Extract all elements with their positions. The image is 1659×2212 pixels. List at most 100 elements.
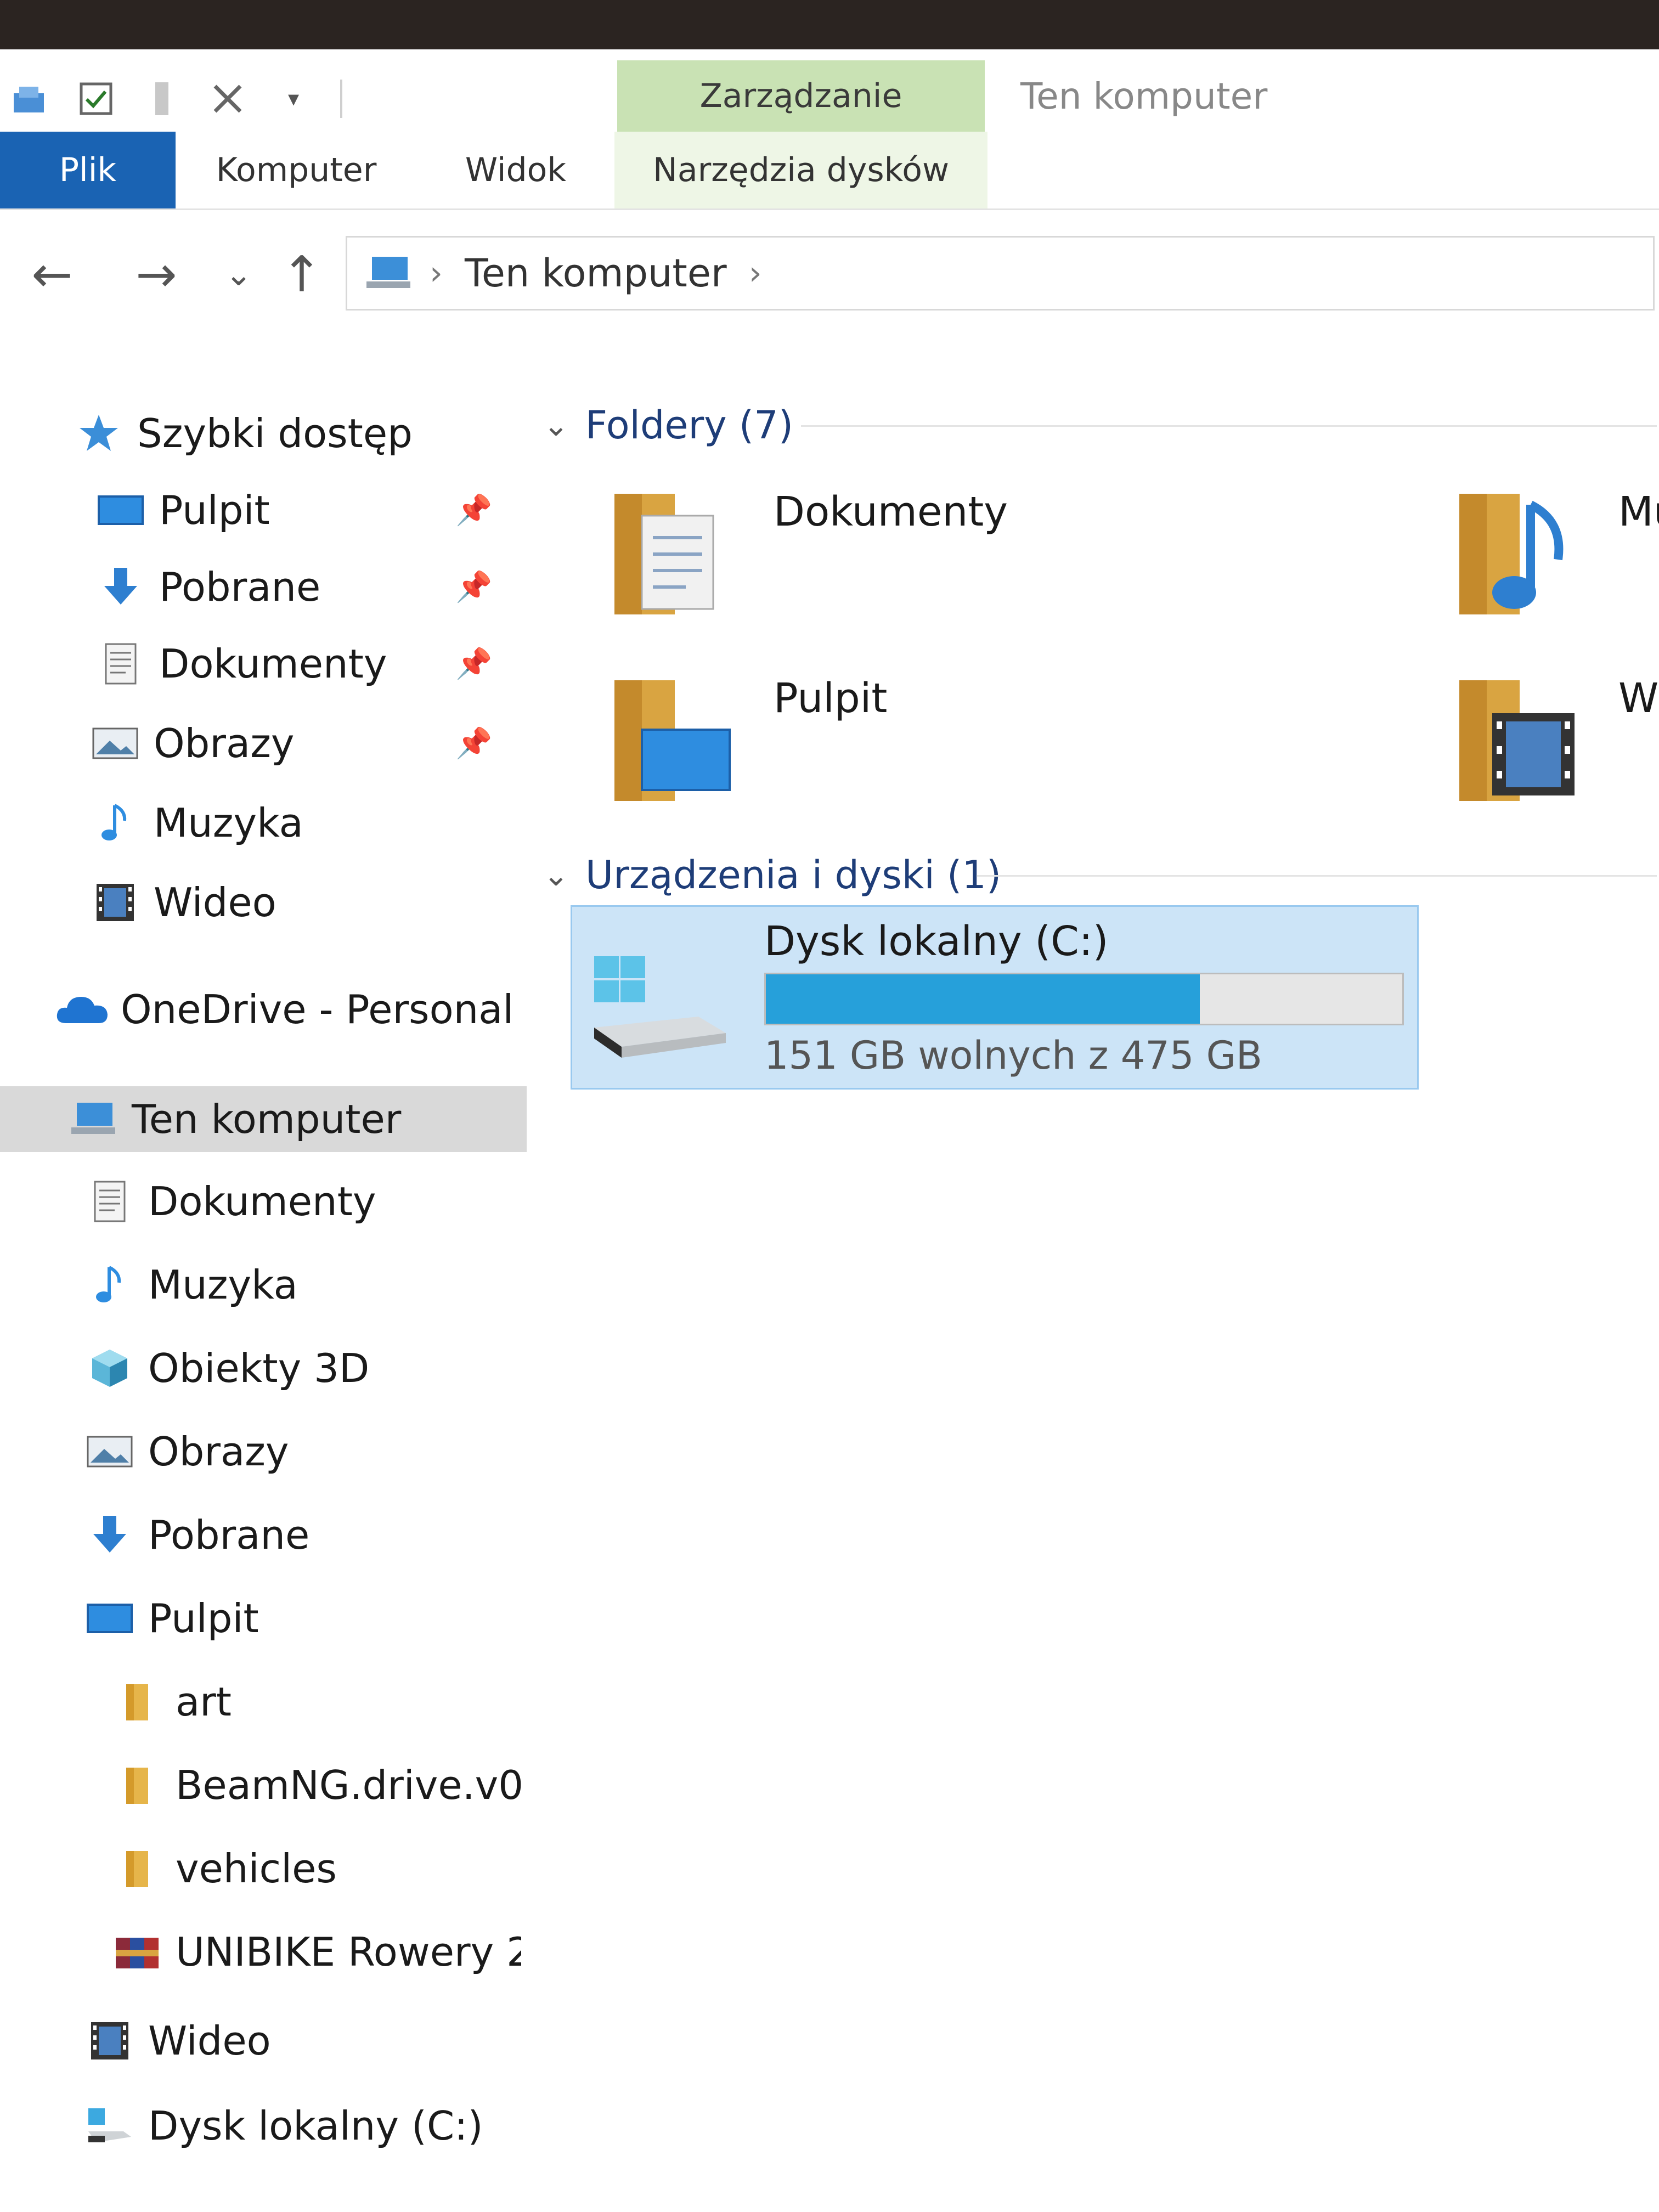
sidebar-item-pictures[interactable]: Obrazy: [0, 1419, 592, 1485]
sidebar-item-label: Szybki dostęp: [137, 410, 413, 456]
delete-icon[interactable]: [208, 80, 247, 118]
folder-tile-desktop[interactable]: Pulpit: [603, 669, 887, 812]
sidebar-item-quick-downloads[interactable]: Pobrane 📌: [0, 554, 603, 620]
tab-computer[interactable]: Komputer: [198, 132, 395, 208]
video-icon: [82, 2016, 137, 2066]
sidebar-item-onedrive[interactable]: OneDrive - Personal: [0, 977, 565, 1042]
folder-tile-music[interactable]: Mu: [1448, 483, 1659, 625]
sidebar-item-label: art: [176, 1679, 232, 1725]
folder-label: Pulpit: [774, 675, 888, 722]
devices-group-label: Urządzenia i dyski (1): [585, 853, 1002, 898]
toolbar-separator: [340, 80, 342, 118]
sidebar-item-label: OneDrive - Personal: [121, 986, 514, 1032]
sidebar-item-label: Pulpit: [159, 487, 270, 533]
sidebar-item-label: Wideo: [154, 879, 276, 926]
pin-icon[interactable]: 📌: [455, 726, 492, 761]
ribbon-tabs: Plik Komputer Widok Narzędzia dysków: [0, 132, 1659, 210]
cloud-icon: [55, 985, 110, 1034]
folder-tile-documents[interactable]: Dokumenty: [603, 483, 1008, 625]
drive-icon: [589, 951, 731, 1060]
sidebar-item-label: UNIBIKE Rowery 2: [176, 1929, 521, 1975]
sidebar-item-quick-video[interactable]: Wideo: [0, 870, 598, 935]
folder-icon: [110, 1844, 165, 1893]
pictures-icon: [88, 719, 143, 768]
sidebar-item-quick-documents[interactable]: Dokumenty 📌: [0, 631, 603, 697]
devices-group-header[interactable]: ⌄ Urządzenia i dyski (1): [543, 845, 1001, 905]
tab-disk-tools[interactable]: Narzędzia dysków: [614, 132, 988, 208]
pin-icon[interactable]: 📌: [455, 646, 492, 681]
navigation-pane: Szybki dostęp Pulpit 📌 Pobrane 📌 Dokumen…: [0, 357, 576, 2211]
folder-label: Mu: [1618, 488, 1659, 535]
sidebar-item-quick-desktop[interactable]: Pulpit 📌: [0, 477, 603, 543]
sidebar-item-label: Pobrane: [148, 1512, 310, 1558]
navigation-bar: ← → ⌄ ↑ › Ten komputer ›: [0, 214, 1659, 329]
sidebar-item-label: Obiekty 3D: [148, 1345, 370, 1391]
drive-tile-c[interactable]: Dysk lokalny (C:) 151 GB wolnych z 475 G…: [571, 905, 1419, 1090]
tab-file[interactable]: Plik: [0, 132, 176, 208]
sidebar-item-quick-access[interactable]: Szybki dostęp: [0, 400, 582, 466]
window-title: Ten komputer: [1020, 75, 1268, 117]
back-arrow-icon[interactable]: ←: [22, 244, 82, 304]
sidebar-item-3d-objects[interactable]: Obiekty 3D: [0, 1335, 592, 1401]
desktop-icon: [82, 1594, 137, 1643]
sidebar-item-label: Obrazy: [154, 720, 295, 766]
music-icon: [82, 1260, 137, 1310]
pin-icon[interactable]: 📌: [455, 569, 492, 605]
up-arrow-icon[interactable]: ↑: [272, 244, 332, 304]
breadcrumb-expand-icon[interactable]: ›: [749, 254, 762, 292]
sidebar-item-label: Obrazy: [148, 1429, 289, 1475]
sidebar-item-label: BeamNG.drive.v0.1: [176, 1762, 527, 1808]
video-icon: [88, 878, 143, 927]
sidebar-item-quick-music[interactable]: Muzyka: [0, 790, 598, 856]
3d-objects-icon: [82, 1344, 137, 1393]
folder-icon: [110, 1760, 165, 1810]
recent-locations-chevron-icon[interactable]: ⌄: [208, 244, 269, 304]
music-folder-icon: [1448, 483, 1591, 625]
chevron-down-icon: ⌄: [543, 407, 569, 443]
forward-arrow-icon[interactable]: →: [126, 244, 187, 304]
tab-view[interactable]: Widok: [439, 132, 592, 208]
document-icon: [82, 1177, 137, 1226]
sidebar-item-music[interactable]: Muzyka: [0, 1252, 592, 1318]
drive-usage-bar: [764, 973, 1404, 1025]
sidebar-item-label: Dokumenty: [148, 1178, 376, 1224]
sidebar-item-label: Pulpit: [148, 1595, 259, 1641]
download-icon: [93, 562, 148, 612]
sidebar-item-this-pc[interactable]: Ten komputer: [0, 1086, 576, 1152]
address-bar[interactable]: › Ten komputer ›: [346, 236, 1655, 311]
sidebar-item-label: Ten komputer: [132, 1096, 402, 1142]
video-folder-icon: [1448, 669, 1591, 812]
group-divider: [801, 425, 1657, 427]
archive-icon: [110, 1927, 165, 1977]
sidebar-item-label: Wideo: [148, 2018, 271, 2064]
breadcrumb-this-pc[interactable]: Ten komputer: [465, 251, 727, 296]
download-icon: [82, 1510, 137, 1560]
quick-access-toolbar: ▾: [0, 71, 342, 126]
title-bar: ▾ Zarządzanie Ten komputer: [0, 49, 1659, 132]
customize-toolbar-icon[interactable]: ▾: [274, 80, 313, 118]
folder-tile-video[interactable]: Wi: [1448, 669, 1659, 812]
checkbox-properties-icon[interactable]: [77, 80, 115, 118]
sidebar-item-video[interactable]: Wideo: [0, 2008, 592, 2074]
group-divider: [977, 875, 1657, 877]
desktop-folder-icon: [603, 669, 746, 812]
music-icon: [88, 798, 143, 848]
file-explorer-window: ▾ Zarządzanie Ten komputer Plik Komputer…: [0, 49, 1659, 2212]
sidebar-item-quick-pictures[interactable]: Obrazy 📌: [0, 710, 598, 776]
sidebar-item-downloads[interactable]: Pobrane: [0, 1502, 592, 1568]
folder-label: Dokumenty: [774, 488, 1008, 535]
sidebar-item-label: Muzyka: [148, 1262, 298, 1308]
star-icon: [71, 409, 126, 458]
rename-icon[interactable]: [143, 80, 181, 118]
pictures-icon: [82, 1427, 137, 1476]
chevron-down-icon: ⌄: [543, 857, 569, 893]
contextual-tab-header: Zarządzanie: [617, 60, 985, 132]
desktop-icon: [93, 486, 148, 535]
folders-group-header[interactable]: ⌄ Foldery (7): [543, 395, 793, 455]
properties-icon[interactable]: [11, 80, 49, 118]
sidebar-item-local-disk[interactable]: Dysk lokalny (C:): [0, 2093, 592, 2159]
pin-icon[interactable]: 📌: [455, 493, 492, 528]
sidebar-item-desktop[interactable]: Pulpit: [0, 1585, 592, 1651]
folders-group-label: Foldery (7): [585, 403, 794, 448]
sidebar-item-documents[interactable]: Dokumenty: [0, 1169, 592, 1234]
